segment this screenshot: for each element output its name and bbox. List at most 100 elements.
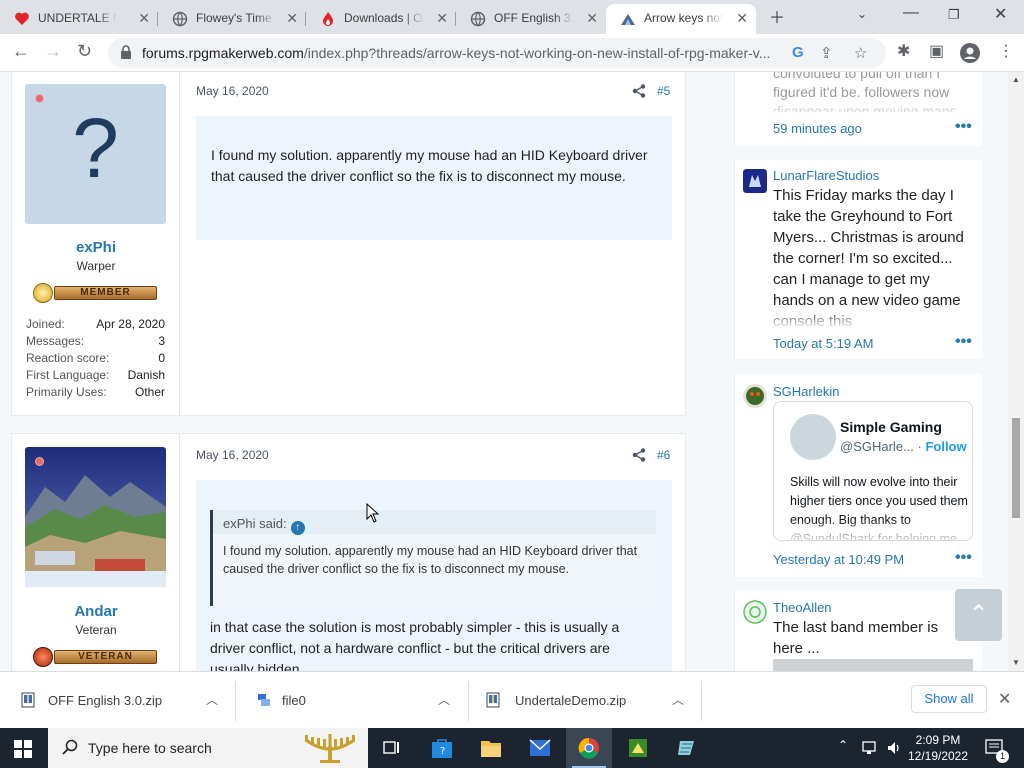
- close-downloads-icon[interactable]: ✕: [998, 689, 1011, 709]
- chevron-up-icon[interactable]: ︿: [206, 691, 218, 708]
- avatar[interactable]: [25, 447, 166, 587]
- scrollbar-thumb[interactable]: [1012, 418, 1020, 518]
- tab-close-icon[interactable]: ✕: [286, 4, 298, 32]
- side-panel-icon[interactable]: ▣: [929, 41, 944, 61]
- tab-close-icon[interactable]: ✕: [586, 4, 598, 32]
- scroll-up-icon[interactable]: ▲: [1012, 75, 1020, 84]
- chevron-up-icon[interactable]: ︿: [438, 691, 450, 708]
- share-page-icon[interactable]: ⇪: [820, 44, 833, 62]
- app-icon[interactable]: [664, 728, 710, 768]
- file-explorer-icon[interactable]: [468, 728, 514, 768]
- status-time[interactable]: Yesterday at 10:49 PM: [773, 552, 904, 567]
- avatar[interactable]: [743, 600, 767, 624]
- egg-icon: [33, 283, 53, 303]
- download-item[interactable]: OFF English 3.0.zip ︿: [0, 672, 236, 729]
- tweet-embed[interactable]: Simple Gaming @SGHarle... · Follow Skill…: [773, 401, 973, 541]
- download-item[interactable]: UndertaleDemo.zip ︿: [469, 672, 702, 729]
- show-all-button[interactable]: Show all: [911, 685, 987, 713]
- share-icon[interactable]: [632, 448, 646, 462]
- more-options-icon[interactable]: •••: [955, 118, 972, 136]
- status-time[interactable]: 59 minutes ago: [773, 121, 862, 136]
- menorah-icon: [305, 734, 355, 763]
- restore-icon[interactable]: ❐: [948, 7, 960, 23]
- windows-start-icon[interactable]: [14, 740, 32, 758]
- username[interactable]: Andar: [12, 603, 180, 620]
- tab-close-icon[interactable]: ✕: [736, 4, 748, 32]
- avatar[interactable]: [743, 384, 767, 408]
- search-icon: [62, 739, 78, 755]
- tab-off-english[interactable]: OFF English 3.0 ✕: [456, 4, 606, 34]
- rpg-maker-icon[interactable]: [615, 728, 661, 768]
- post-text: I found my solution. apparently my mouse…: [211, 147, 648, 184]
- forward-icon[interactable]: →: [44, 41, 62, 62]
- status-author[interactable]: SGHarlekin: [773, 384, 839, 399]
- close-window-icon[interactable]: ✕: [994, 4, 1007, 24]
- task-view-icon[interactable]: [369, 728, 415, 768]
- attachment-image[interactable]: [773, 659, 973, 671]
- chevron-up-icon[interactable]: ︿: [672, 691, 684, 708]
- tab-search-icon[interactable]: ⌄: [857, 7, 867, 21]
- url-text: forums.rpgmakerweb.com/index.php?threads…: [142, 45, 771, 61]
- quote-block: exPhi said: ↑ I found my solution. appare…: [210, 510, 656, 606]
- tab-downloads[interactable]: Downloads | OF ✕: [306, 4, 456, 34]
- downloads-bar: OFF English 3.0.zip ︿ file0 ︿ UndertaleD…: [0, 671, 1024, 728]
- stat-row: Reaction score: 0: [26, 351, 165, 365]
- avatar[interactable]: ?: [25, 84, 166, 224]
- mail-icon[interactable]: [517, 728, 563, 768]
- tab-arrow-keys[interactable]: Arrow keys not ✕: [606, 4, 756, 34]
- user-stats: Joined: Apr 28, 2020 Messages: 3 Reaction …: [26, 317, 165, 402]
- user-title: Warper: [76, 259, 116, 273]
- flame-icon: [323, 12, 333, 26]
- mouse-cursor-icon: [366, 503, 380, 523]
- landscape-avatar-image: [25, 447, 166, 587]
- tab-close-icon[interactable]: ✕: [436, 4, 448, 32]
- status-time[interactable]: Today at 5:19 AM: [773, 336, 873, 351]
- new-tab-icon[interactable]: ＋: [769, 4, 785, 28]
- status-author[interactable]: TheoAllen: [773, 600, 832, 615]
- bookmark-star-icon[interactable]: ☆: [854, 44, 867, 62]
- back-icon[interactable]: ←: [12, 41, 30, 62]
- profile-avatar-icon[interactable]: [960, 43, 980, 63]
- chevron-up-icon[interactable]: ⌃: [838, 738, 848, 752]
- tab-close-icon[interactable]: ✕: [138, 4, 150, 32]
- status-author[interactable]: LunarFlareStudios: [773, 168, 879, 183]
- follow-link[interactable]: Follow: [925, 439, 966, 454]
- page-scrollbar[interactable]: ▲ ▼: [1008, 72, 1024, 671]
- svg-text:?: ?: [440, 746, 445, 757]
- tab-strip: UNDERTALE !? ✕ Flowey's Time M ✕ Downloa…: [0, 0, 1024, 34]
- menu-kebab-icon[interactable]: ⋮: [998, 41, 1014, 61]
- download-item[interactable]: file0 ︿: [236, 672, 469, 729]
- more-options-icon[interactable]: •••: [955, 549, 972, 567]
- online-indicator: [35, 94, 44, 103]
- stat-row: Joined: Apr 28, 2020: [26, 317, 165, 331]
- scroll-to-top-button[interactable]: ⌃: [955, 589, 1002, 641]
- tab-flowey[interactable]: Flowey's Time M ✕: [158, 4, 306, 34]
- more-options-icon[interactable]: •••: [955, 333, 972, 351]
- page-viewport: ? exPhi Warper MEMBER Joined: Apr 28, 202…: [0, 72, 1024, 671]
- share-icon[interactable]: [632, 84, 646, 98]
- quote-header[interactable]: exPhi said: ↑: [213, 510, 656, 535]
- extensions-icon[interactable]: ✱: [897, 41, 910, 61]
- scroll-down-icon[interactable]: ▼: [1012, 658, 1020, 667]
- jump-up-icon[interactable]: ↑: [290, 521, 305, 535]
- reload-icon[interactable]: ↻: [77, 41, 92, 62]
- post-body: I found my solution. apparently my mouse…: [196, 116, 672, 240]
- google-icon[interactable]: G: [792, 44, 804, 61]
- chrome-icon[interactable]: [566, 728, 612, 768]
- post-number[interactable]: #5: [657, 84, 670, 98]
- avatar[interactable]: [743, 169, 767, 193]
- forum-icon: [621, 14, 635, 25]
- system-clock[interactable]: 2:09 PM 12/19/2022: [898, 732, 978, 764]
- address-bar[interactable]: forums.rpgmakerweb.com/index.php?threads…: [108, 38, 886, 68]
- status-card: convoluted to pull off than I figured it…: [734, 72, 982, 146]
- minimize-icon[interactable]: —: [903, 4, 919, 22]
- tab-undertale[interactable]: UNDERTALE !? ✕: [0, 4, 158, 34]
- globe-icon: [172, 11, 188, 27]
- username[interactable]: exPhi: [12, 239, 180, 256]
- post-date[interactable]: May 16, 2020: [196, 84, 269, 98]
- post-date[interactable]: May 16, 2020: [196, 448, 269, 462]
- store-icon[interactable]: ?: [419, 728, 465, 768]
- post-number[interactable]: #6: [657, 448, 670, 462]
- network-icon[interactable]: [862, 741, 880, 755]
- taskbar-search[interactable]: Type here to search: [48, 728, 368, 768]
